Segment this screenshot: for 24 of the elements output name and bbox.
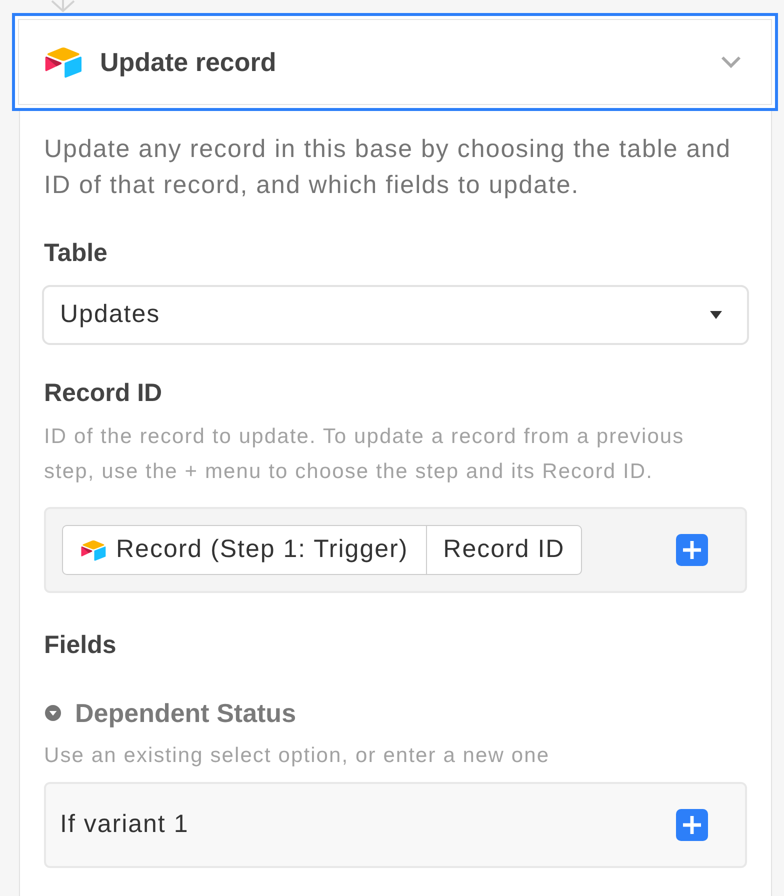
field-help-text: Use an existing select option, or enter a new one bbox=[44, 743, 551, 769]
table-select[interactable]: Updates bbox=[42, 285, 749, 345]
caret-icon bbox=[710, 311, 722, 319]
field-name: Dependent Status bbox=[75, 696, 296, 730]
field-label: Record ID bbox=[44, 378, 164, 408]
plus-icon bbox=[683, 816, 701, 834]
token-source: Record (Step 1: Trigger) bbox=[116, 534, 408, 566]
dropdown-circle-icon bbox=[45, 705, 61, 721]
plus-icon bbox=[683, 541, 701, 559]
step-description: Update any record in this base by choosing the table and ID of that record, and which fields to update. bbox=[44, 134, 732, 201]
field-help-text: ID of the record to update. To update a record from a previous step, use the + menu to choose the step and its Record ID. bbox=[44, 424, 686, 485]
add-button[interactable] bbox=[676, 809, 708, 841]
add-button[interactable] bbox=[676, 534, 708, 566]
cube-logo-icon bbox=[45, 46, 82, 78]
record-token[interactable]: Record (Step 1: Trigger) Record ID bbox=[62, 525, 582, 575]
field-label: Fields bbox=[44, 630, 118, 660]
token-field: Record ID bbox=[427, 526, 581, 574]
field-label: Table bbox=[44, 238, 108, 268]
down-arrow-icon bbox=[51, 0, 75, 12]
input-value: If variant 1 bbox=[60, 809, 189, 840]
step-header[interactable]: Update record bbox=[12, 13, 778, 111]
select-input[interactable]: If variant 1 bbox=[44, 782, 747, 868]
record-id-input[interactable]: Record (Step 1: Trigger) Record ID bbox=[44, 507, 747, 593]
cube-logo-icon bbox=[81, 540, 106, 560]
